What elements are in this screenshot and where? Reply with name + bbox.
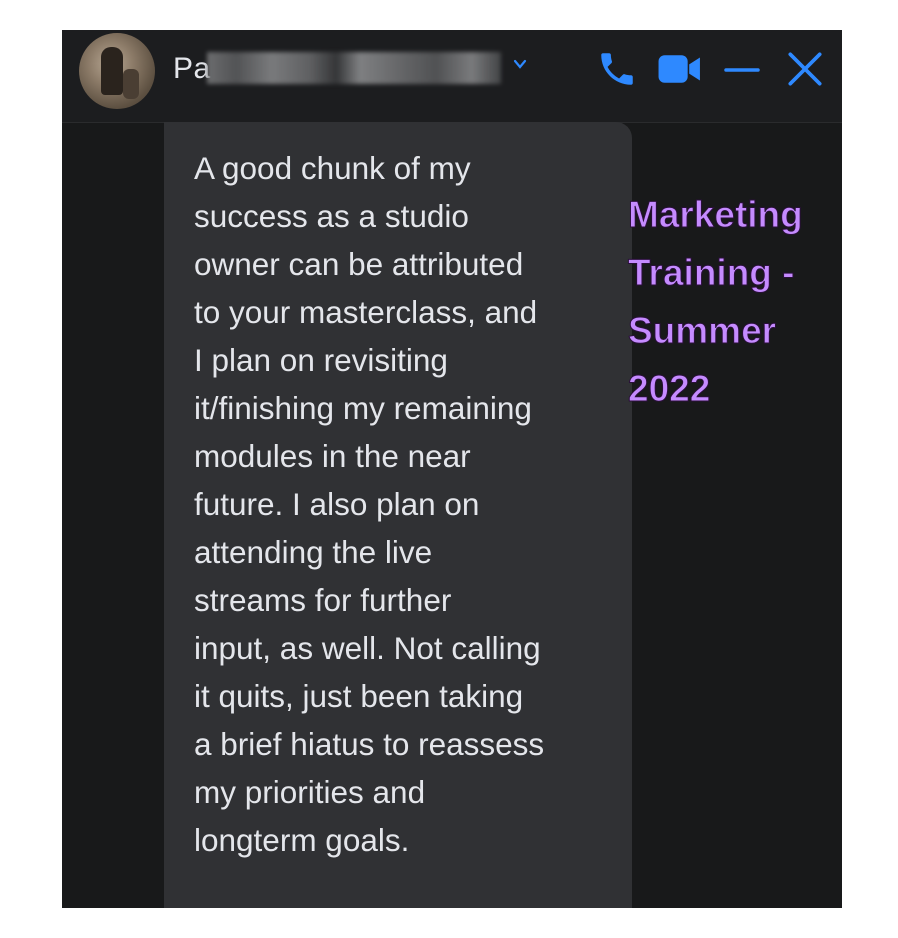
avatar-figure-secondary (123, 69, 139, 99)
contact-name[interactable]: Pa (173, 52, 211, 86)
minimize-icon[interactable] (722, 50, 762, 90)
close-icon[interactable] (784, 48, 826, 90)
message-text: A good chunk of my success as a studio o… (194, 150, 545, 858)
overlay-caption: Marketing Training - Summer 2022 (628, 194, 804, 410)
phone-icon[interactable] (596, 48, 638, 90)
chevron-down-icon[interactable] (512, 56, 528, 72)
avatar-figure (101, 47, 123, 95)
page-bottom-margin (0, 908, 898, 938)
chat-header: Pa (62, 30, 842, 123)
video-icon[interactable] (657, 52, 703, 86)
message-bubble[interactable]: A good chunk of my success as a studio o… (164, 122, 632, 908)
chat-window: Pa A good chunk of my success as a studi… (62, 30, 842, 908)
contact-name-redaction (207, 52, 501, 84)
avatar[interactable] (79, 33, 155, 109)
